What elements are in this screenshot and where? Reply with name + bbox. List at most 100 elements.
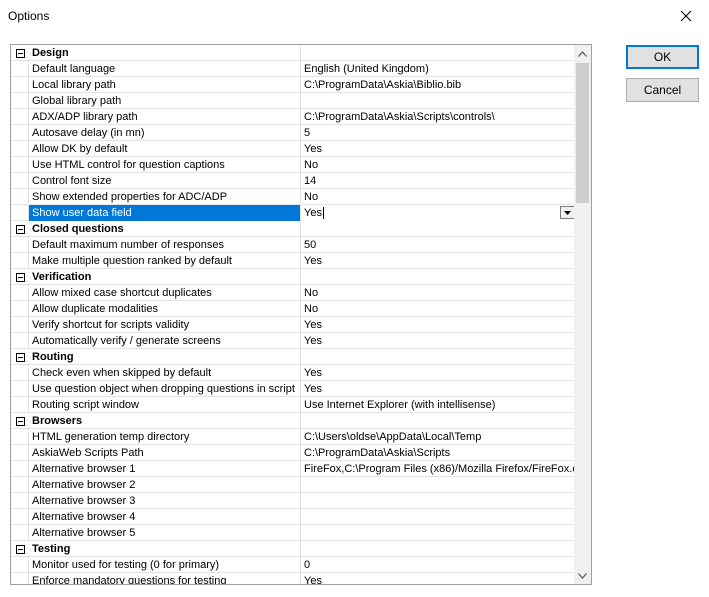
property-row[interactable]: Alternative browser 1 FireFox,C:\Program … — [11, 461, 576, 477]
property-row[interactable]: Default language English (United Kingdom) — [11, 61, 576, 77]
property-row[interactable]: Alternative browser 3 — [11, 493, 576, 509]
property-name[interactable]: Alternative browser 1 — [29, 461, 301, 477]
category-row[interactable]: Routing — [11, 349, 576, 365]
property-value[interactable]: Use Internet Explorer (with intellisense… — [301, 397, 576, 413]
property-value[interactable]: C:\Users\oldse\AppData\Local\Temp — [301, 429, 576, 445]
property-name[interactable]: Make multiple question ranked by default — [29, 253, 301, 269]
property-row[interactable]: Show user data field Yes — [11, 205, 576, 221]
property-row[interactable]: Allow mixed case shortcut duplicates No — [11, 285, 576, 301]
property-name[interactable]: Check even when skipped by default — [29, 365, 301, 381]
scroll-up-button[interactable] — [574, 45, 591, 62]
property-row[interactable]: Show extended properties for ADC/ADP No — [11, 189, 576, 205]
property-value[interactable] — [301, 493, 576, 509]
property-name[interactable]: Allow duplicate modalities — [29, 301, 301, 317]
property-value[interactable]: Yes — [301, 141, 576, 157]
property-name[interactable]: Use question object when dropping questi… — [29, 381, 301, 397]
property-row[interactable]: Automatically verify / generate screens Y… — [11, 333, 576, 349]
property-row[interactable]: ADX/ADP library path C:\ProgramData\Askia… — [11, 109, 576, 125]
scrollbar-thumb[interactable] — [576, 63, 589, 203]
property-name[interactable]: Global library path — [29, 93, 301, 109]
property-name[interactable]: Default maximum number of responses — [29, 237, 301, 253]
scroll-down-button[interactable] — [574, 567, 591, 584]
cancel-button[interactable]: Cancel — [626, 78, 699, 102]
collapse-icon[interactable] — [15, 416, 25, 426]
property-value[interactable]: C:\ProgramData\Askia\Scripts\controls\ — [301, 109, 576, 125]
property-row[interactable]: Routing script window Use Internet Explor… — [11, 397, 576, 413]
property-name[interactable]: Alternative browser 3 — [29, 493, 301, 509]
property-row[interactable]: Use question object when dropping questi… — [11, 381, 576, 397]
property-value[interactable]: Yes — [301, 365, 576, 381]
property-name[interactable]: Alternative browser 5 — [29, 525, 301, 541]
property-row[interactable]: Enforce mandatory questions for testing Y… — [11, 573, 576, 584]
property-row[interactable]: Default maximum number of responses 50 — [11, 237, 576, 253]
property-value[interactable]: No — [301, 301, 576, 317]
property-row[interactable]: Allow DK by default Yes — [11, 141, 576, 157]
property-name[interactable]: Automatically verify / generate screens — [29, 333, 301, 349]
property-name[interactable]: Allow DK by default — [29, 141, 301, 157]
ok-button[interactable]: OK — [626, 45, 699, 69]
property-name[interactable]: Use HTML control for question captions — [29, 157, 301, 173]
property-value[interactable]: C:\ProgramData\Askia\Scripts — [301, 445, 576, 461]
property-name[interactable]: Routing script window — [29, 397, 301, 413]
property-value[interactable]: Yes — [301, 573, 576, 584]
property-row[interactable]: Local library path C:\ProgramData\Askia\B… — [11, 77, 576, 93]
property-value[interactable]: FireFox,C:\Program Files (x86)/Mozilla F… — [301, 461, 576, 477]
property-row[interactable]: Alternative browser 2 — [11, 477, 576, 493]
collapse-icon[interactable] — [15, 224, 25, 234]
property-row[interactable]: Alternative browser 4 — [11, 509, 576, 525]
property-value[interactable] — [301, 477, 576, 493]
property-row[interactable]: AskiaWeb Scripts Path C:\ProgramData\Aski… — [11, 445, 576, 461]
property-value[interactable] — [301, 525, 576, 541]
category-row[interactable]: Browsers — [11, 413, 576, 429]
property-row[interactable]: Monitor used for testing (0 for primary)… — [11, 557, 576, 573]
value-dropdown-button[interactable] — [560, 206, 575, 219]
property-value[interactable]: Yes — [301, 205, 576, 221]
property-row[interactable]: Global library path — [11, 93, 576, 109]
property-value[interactable]: Yes — [301, 253, 576, 269]
property-name[interactable]: HTML generation temp directory — [29, 429, 301, 445]
property-value[interactable]: 0 — [301, 557, 576, 573]
property-name[interactable]: Enforce mandatory questions for testing — [29, 573, 301, 584]
property-name[interactable]: Allow mixed case shortcut duplicates — [29, 285, 301, 301]
collapse-icon[interactable] — [15, 272, 25, 282]
property-row[interactable]: Allow duplicate modalities No — [11, 301, 576, 317]
property-name[interactable]: Control font size — [29, 173, 301, 189]
property-value[interactable]: No — [301, 285, 576, 301]
property-value[interactable]: No — [301, 157, 576, 173]
property-value[interactable]: 14 — [301, 173, 576, 189]
property-name[interactable]: Alternative browser 4 — [29, 509, 301, 525]
property-row[interactable]: HTML generation temp directory C:\Users\o… — [11, 429, 576, 445]
property-row[interactable]: Use HTML control for question captions No — [11, 157, 576, 173]
property-name[interactable]: Monitor used for testing (0 for primary) — [29, 557, 301, 573]
property-name[interactable]: Alternative browser 2 — [29, 477, 301, 493]
vertical-scrollbar[interactable] — [574, 45, 591, 584]
property-value[interactable]: Yes — [301, 317, 576, 333]
property-name[interactable]: Verify shortcut for scripts validity — [29, 317, 301, 333]
property-value[interactable]: English (United Kingdom) — [301, 61, 576, 77]
property-value[interactable]: C:\ProgramData\Askia\Biblio.bib — [301, 77, 576, 93]
property-row[interactable]: Control font size 14 — [11, 173, 576, 189]
property-row[interactable]: Verify shortcut for scripts validity Yes — [11, 317, 576, 333]
collapse-icon[interactable] — [15, 544, 25, 554]
property-row[interactable]: Autosave delay (in mn) 5 — [11, 125, 576, 141]
property-value[interactable] — [301, 509, 576, 525]
property-row[interactable]: Make multiple question ranked by default… — [11, 253, 576, 269]
property-value[interactable]: 5 — [301, 125, 576, 141]
category-row[interactable]: Testing — [11, 541, 576, 557]
property-name[interactable]: Default language — [29, 61, 301, 77]
collapse-icon[interactable] — [15, 48, 25, 58]
property-name[interactable]: Local library path — [29, 77, 301, 93]
property-value[interactable]: 50 — [301, 237, 576, 253]
property-name[interactable]: ADX/ADP library path — [29, 109, 301, 125]
collapse-icon[interactable] — [15, 352, 25, 362]
property-name[interactable]: Show extended properties for ADC/ADP — [29, 189, 301, 205]
property-value[interactable]: Yes — [301, 381, 576, 397]
property-row[interactable]: Alternative browser 5 — [11, 525, 576, 541]
property-name[interactable]: Show user data field — [29, 205, 301, 221]
property-row[interactable]: Check even when skipped by default Yes — [11, 365, 576, 381]
property-value[interactable] — [301, 93, 576, 109]
property-name[interactable]: AskiaWeb Scripts Path — [29, 445, 301, 461]
close-button[interactable] — [663, 0, 709, 31]
category-row[interactable]: Design — [11, 45, 576, 61]
property-value[interactable]: No — [301, 189, 576, 205]
